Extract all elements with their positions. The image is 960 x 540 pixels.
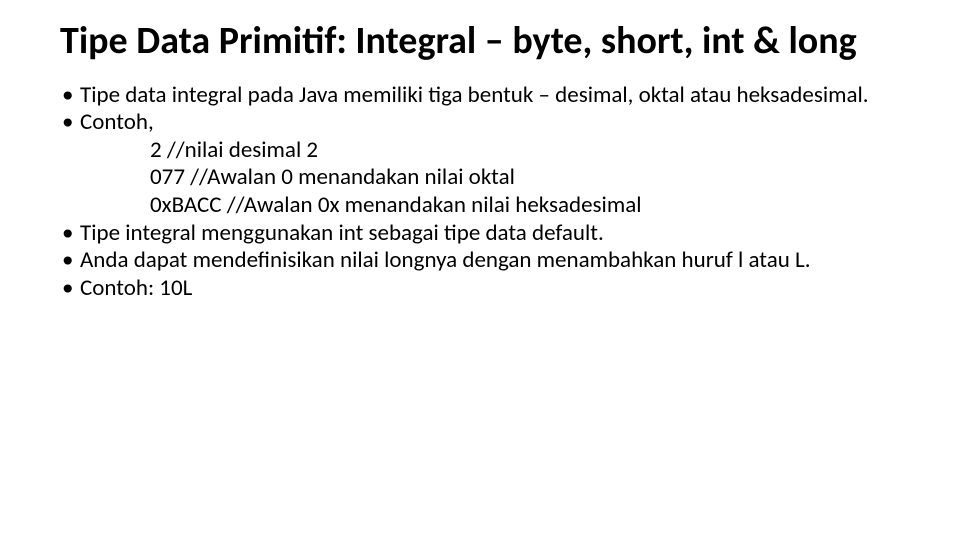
slide-body: • Tipe data integral pada Java memiliki …	[60, 82, 900, 303]
bullet-dot-icon: •	[60, 275, 80, 303]
bullet-dot-icon: •	[60, 109, 80, 137]
bullet-dot-icon: •	[60, 82, 80, 110]
bullet-item: • Anda dapat mendefinisikan nilai longny…	[60, 247, 900, 275]
bullet-text: Contoh,	[80, 109, 900, 137]
bullet-dot-icon: •	[60, 220, 80, 248]
slide-title: Tipe Data Primitif: Integral – byte, sho…	[60, 20, 900, 64]
indent-line: 077 //Awalan 0 menandakan nilai oktal	[60, 164, 900, 192]
bullet-item: • Contoh: 10L	[60, 275, 900, 303]
bullet-text: Contoh: 10L	[80, 275, 900, 303]
bullet-text: Tipe integral menggunakan int sebagai ti…	[80, 220, 900, 248]
bullet-item: • Tipe data integral pada Java memiliki …	[60, 82, 900, 110]
bullet-item: • Tipe integral menggunakan int sebagai …	[60, 220, 900, 248]
indent-line: 2 //nilai desimal 2	[60, 137, 900, 165]
bullet-dot-icon: •	[60, 247, 80, 275]
indent-line: 0xBACC //Awalan 0x menandakan nilai heks…	[60, 192, 900, 220]
bullet-text: Anda dapat mendefinisikan nilai longnya …	[80, 247, 900, 275]
slide: Tipe Data Primitif: Integral – byte, sho…	[0, 0, 960, 302]
bullet-item: • Contoh,	[60, 109, 900, 137]
bullet-text: Tipe data integral pada Java memiliki ti…	[80, 82, 900, 110]
